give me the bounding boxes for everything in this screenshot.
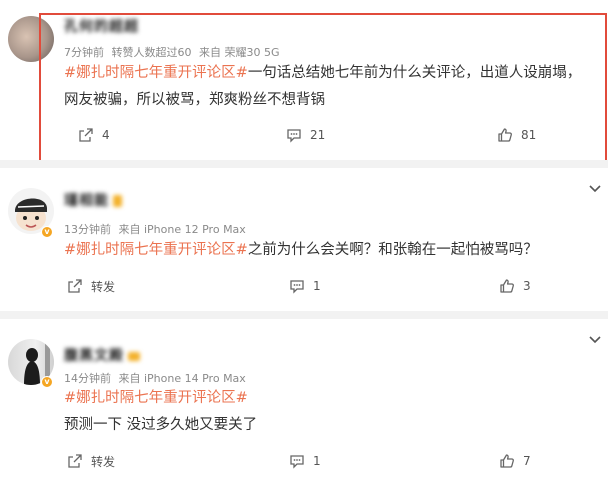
post-meta: 7分钟前 转赞人数超过60 来自 荣耀30 5G [64, 44, 284, 60]
post-meta: 13分钟前 来自 iPhone 12 Pro Max [64, 221, 250, 237]
topic-tag[interactable]: #娜扎时隔七年重开评论区# [64, 385, 594, 412]
post-text: 预测一下 没过多久她又要关了 [64, 417, 258, 433]
comment-button[interactable]: 1 [289, 450, 321, 472]
forward-button[interactable]: 4 [78, 124, 110, 146]
post-source: 来自 iPhone 12 Pro Max [118, 223, 246, 236]
post-content: #娜扎时隔七年重开评论区#之前为什么会关啊？和张翰在一起怕被骂吗？ [64, 237, 594, 264]
avatar[interactable] [8, 16, 54, 62]
thumbs-up-icon [500, 454, 514, 468]
post-source: 来自 荣耀30 5G [199, 46, 280, 59]
post-content: #娜扎时隔七年重开评论区# 预测一下 没过多久她又要关了 [64, 385, 594, 439]
forward-button[interactable]: 转发 [67, 275, 115, 297]
forward-label: 转发 [91, 279, 116, 294]
thumbs-up-icon [498, 128, 512, 142]
share-icon [79, 128, 93, 142]
topic-tag[interactable]: #娜扎时隔七年重开评论区# [64, 65, 248, 81]
like-count: 7 [523, 454, 531, 468]
forward-count-note: 转赞人数超过60 [111, 46, 192, 59]
forward-label: 转发 [91, 454, 116, 469]
divider [0, 160, 608, 168]
comment-count: 21 [310, 128, 326, 142]
post-source: 来自 iPhone 14 Pro Max [118, 372, 246, 385]
comment-button[interactable]: 1 [289, 275, 321, 297]
share-icon [68, 454, 82, 468]
thumbs-up-icon [500, 279, 514, 293]
member-badge-icon [128, 351, 140, 361]
like-count: 81 [521, 128, 537, 142]
comment-icon [287, 129, 301, 143]
username[interactable]: 瑾相能 [64, 190, 122, 210]
username-text: 腹黑文殿 [64, 348, 124, 364]
comment-icon [290, 280, 304, 294]
post-time: 13分钟前 [64, 223, 111, 236]
comment-button[interactable]: 21 [286, 124, 325, 146]
username-text: 瑾相能 [64, 193, 109, 209]
post-time: 14分钟前 [64, 372, 111, 385]
comment-count: 1 [313, 454, 321, 468]
post-meta: 14分钟前 来自 iPhone 14 Pro Max [64, 370, 250, 386]
action-bar: 转发 1 7 [0, 450, 608, 472]
post-time: 7分钟前 [64, 46, 104, 59]
post-text: 之前为什么会关啊？和张翰在一起怕被骂吗？ [247, 242, 538, 258]
chevron-down-icon[interactable] [588, 335, 602, 345]
comment-icon [290, 455, 304, 469]
like-button[interactable]: 7 [499, 450, 531, 472]
share-icon [68, 279, 82, 293]
action-bar: 转发 1 3 [0, 275, 608, 297]
forward-count: 4 [102, 128, 110, 142]
username[interactable]: 腹黑文殿 [64, 345, 140, 365]
like-button[interactable]: 3 [499, 275, 531, 297]
comment-count: 1 [313, 279, 321, 293]
chevron-down-icon[interactable] [588, 184, 602, 194]
verified-badge-icon: v [41, 376, 53, 388]
divider [0, 311, 608, 319]
post-content: #娜扎时隔七年重开评论区#一句话总结她七年前为什么关评论，出道人设崩塌，网友被骗… [64, 60, 594, 114]
action-bar: 4 21 81 [0, 124, 608, 146]
like-count: 3 [523, 279, 531, 293]
topic-tag[interactable]: #娜扎时隔七年重开评论区# [64, 242, 248, 258]
post-card-2: v 瑾相能 13分钟前 来自 iPhone 12 Pro Max #娜扎时隔七年… [0, 168, 608, 311]
post-card-1: 孔何的超超 7分钟前 转赞人数超过60 来自 荣耀30 5G #娜扎时隔七年重开… [0, 0, 608, 160]
like-button[interactable]: 81 [497, 124, 536, 146]
verified-badge-icon: v [41, 226, 53, 238]
post-card-3: v 腹黑文殿 14分钟前 来自 iPhone 14 Pro Max #娜扎时隔七… [0, 319, 608, 477]
member-badge-icon [113, 195, 122, 207]
forward-button[interactable]: 转发 [67, 450, 115, 472]
username[interactable]: 孔何的超超 [64, 16, 139, 36]
